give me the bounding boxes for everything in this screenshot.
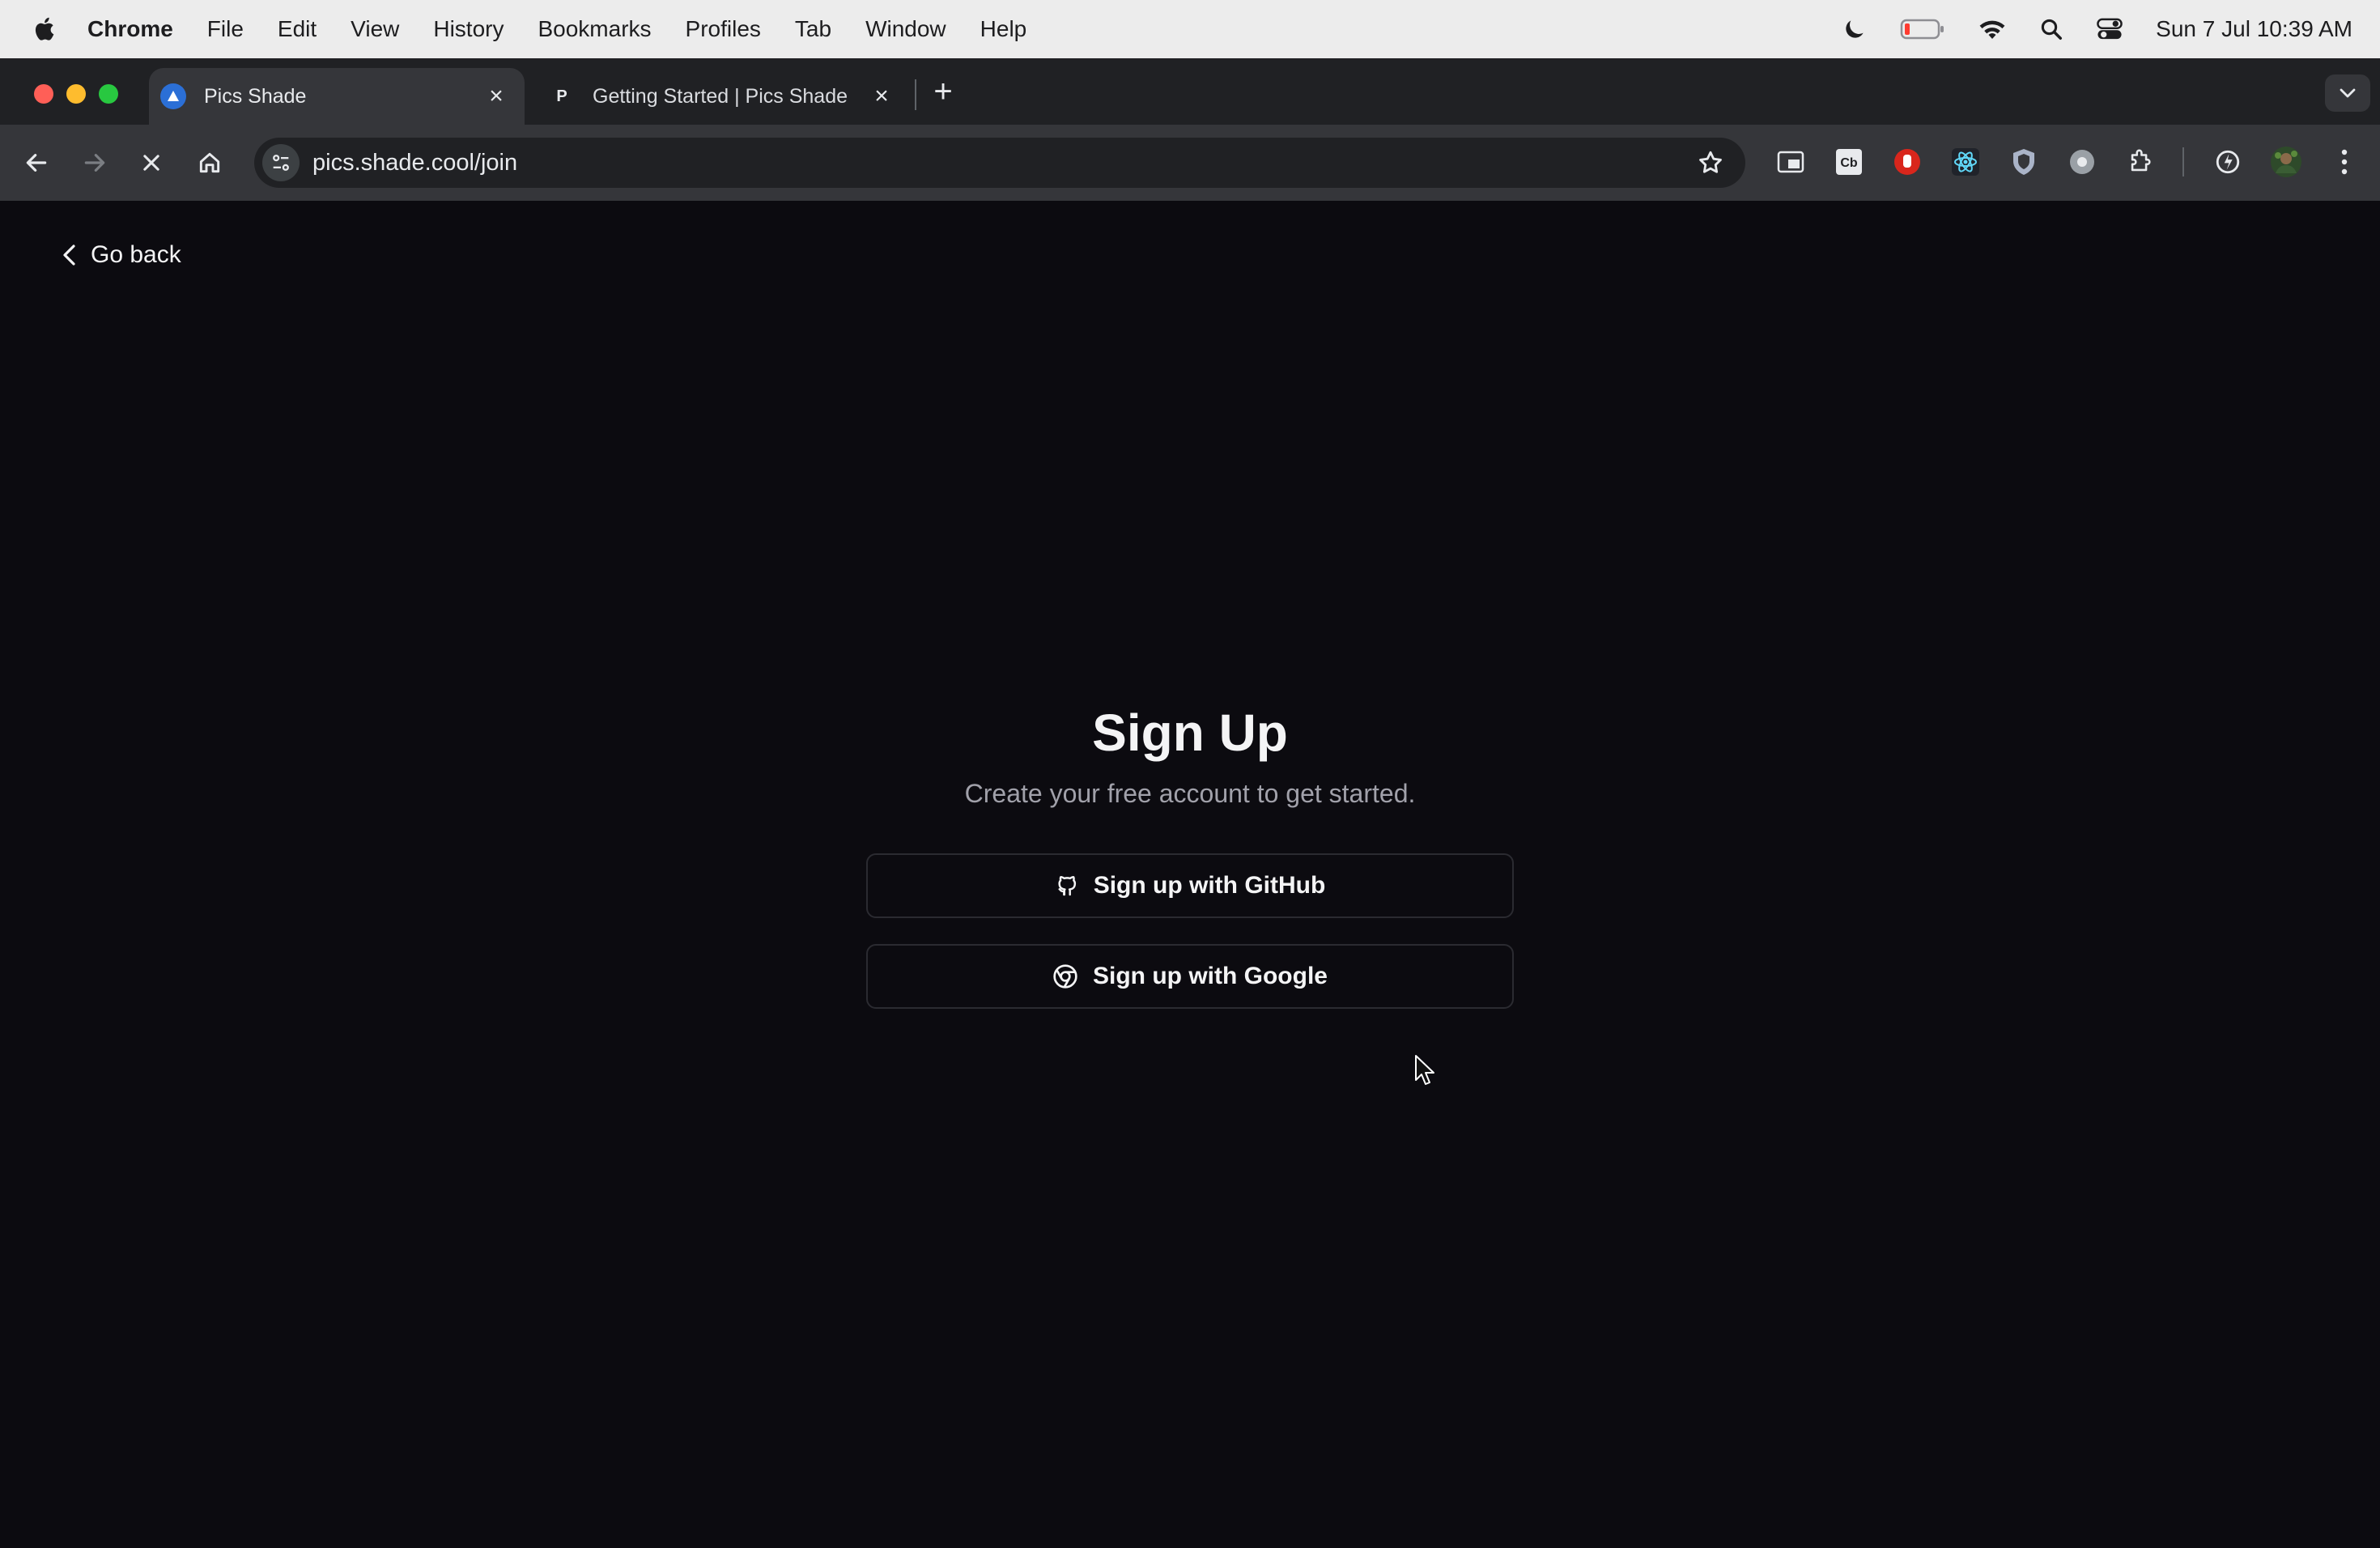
window-close-button[interactable] <box>34 84 53 104</box>
menu-history[interactable]: History <box>433 16 504 42</box>
mouse-pointer-icon <box>1415 1055 1434 1085</box>
chrome-google-icon <box>1053 964 1077 989</box>
google-button-label: Sign up with Google <box>1093 963 1328 989</box>
shield-extension-icon[interactable] <box>2008 146 2040 178</box>
window-minimize-button[interactable] <box>66 84 86 104</box>
menu-file[interactable]: File <box>207 16 244 42</box>
sign-up-github-button[interactable]: Sign up with GitHub <box>866 853 1514 918</box>
picture-in-picture-extension-icon[interactable] <box>1774 146 1807 178</box>
address-bar-url[interactable]: pics.shade.cool/join <box>312 150 517 176</box>
battery-icon[interactable] <box>1900 17 1945 41</box>
adblock-hand-extension-icon[interactable] <box>1891 146 1923 178</box>
back-arrow-icon[interactable] <box>18 144 55 181</box>
toolbar-separator <box>2182 147 2184 176</box>
chrome-menu-kebab-icon[interactable] <box>2328 146 2361 178</box>
macos-menubar: Chrome File Edit View History Bookmarks … <box>0 0 2380 58</box>
pics-shade-favicon-icon <box>160 83 186 109</box>
forward-arrow-icon[interactable] <box>76 144 113 181</box>
site-info-tune-icon[interactable] <box>262 144 300 181</box>
chevron-left-icon <box>63 245 75 266</box>
tab-getting-started[interactable]: P Getting Started | Pics Shade × <box>538 68 910 125</box>
apple-logo-icon[interactable] <box>31 15 60 44</box>
tab-close-icon[interactable]: × <box>482 83 510 110</box>
go-back-label: Go back <box>91 241 181 268</box>
go-back-link[interactable]: Go back <box>60 241 181 269</box>
tab-favicon-letter-icon: P <box>556 87 567 105</box>
extensions-puzzle-icon[interactable] <box>2124 146 2157 178</box>
address-bar[interactable]: pics.shade.cool/join <box>254 138 1745 188</box>
tab-title: Getting Started | Pics Shade <box>593 84 848 108</box>
wifi-icon[interactable] <box>1978 17 2007 41</box>
react-devtools-atom-icon[interactable] <box>1949 146 1982 178</box>
menu-help[interactable]: Help <box>980 16 1027 42</box>
sign-up-google-button[interactable]: Sign up with Google <box>866 944 1514 1009</box>
tab-title: Pics Shade <box>204 84 307 108</box>
new-tab-plus-icon[interactable]: + <box>926 74 960 108</box>
bookmark-star-icon[interactable] <box>1697 149 1724 181</box>
control-center-icon[interactable] <box>2096 17 2123 41</box>
menu-app-chrome[interactable]: Chrome <box>87 16 173 42</box>
spotlight-search-icon[interactable] <box>2039 17 2063 41</box>
tab-pics-shade[interactable]: Pics Shade × <box>149 68 525 125</box>
menubar-clock[interactable]: Sun 7 Jul 10:39 AM <box>2156 16 2352 42</box>
window-maximize-button[interactable] <box>99 84 118 104</box>
home-icon[interactable] <box>191 144 228 181</box>
menu-tab[interactable]: Tab <box>795 16 831 42</box>
svg-text:Cb: Cb <box>1840 156 1858 170</box>
tab-search-chevron-down-icon[interactable] <box>2325 74 2370 112</box>
tab-separator <box>915 79 916 110</box>
performance-speed-icon[interactable] <box>2212 146 2244 178</box>
page-subtitle: Create your free account to get started. <box>964 779 1416 808</box>
menu-profiles[interactable]: Profiles <box>686 16 761 42</box>
stop-loading-close-icon[interactable] <box>133 144 170 181</box>
github-icon <box>1058 876 1076 896</box>
record-circle-extension-icon[interactable] <box>2066 146 2098 178</box>
menu-view[interactable]: View <box>351 16 399 42</box>
page-title: Sign Up <box>1092 704 1288 762</box>
dark-mode-moon-icon[interactable] <box>1842 16 1868 42</box>
signup-page: Go back Sign Up Create your free account… <box>0 201 2380 1548</box>
menu-window[interactable]: Window <box>865 16 946 42</box>
cb-extension-icon[interactable]: Cb <box>1833 146 1865 178</box>
tab-close-icon[interactable]: × <box>868 83 895 110</box>
menu-bookmarks[interactable]: Bookmarks <box>538 16 651 42</box>
menu-edit[interactable]: Edit <box>278 16 317 42</box>
profile-avatar[interactable] <box>2270 146 2302 178</box>
github-button-label: Sign up with GitHub <box>1093 872 1326 899</box>
